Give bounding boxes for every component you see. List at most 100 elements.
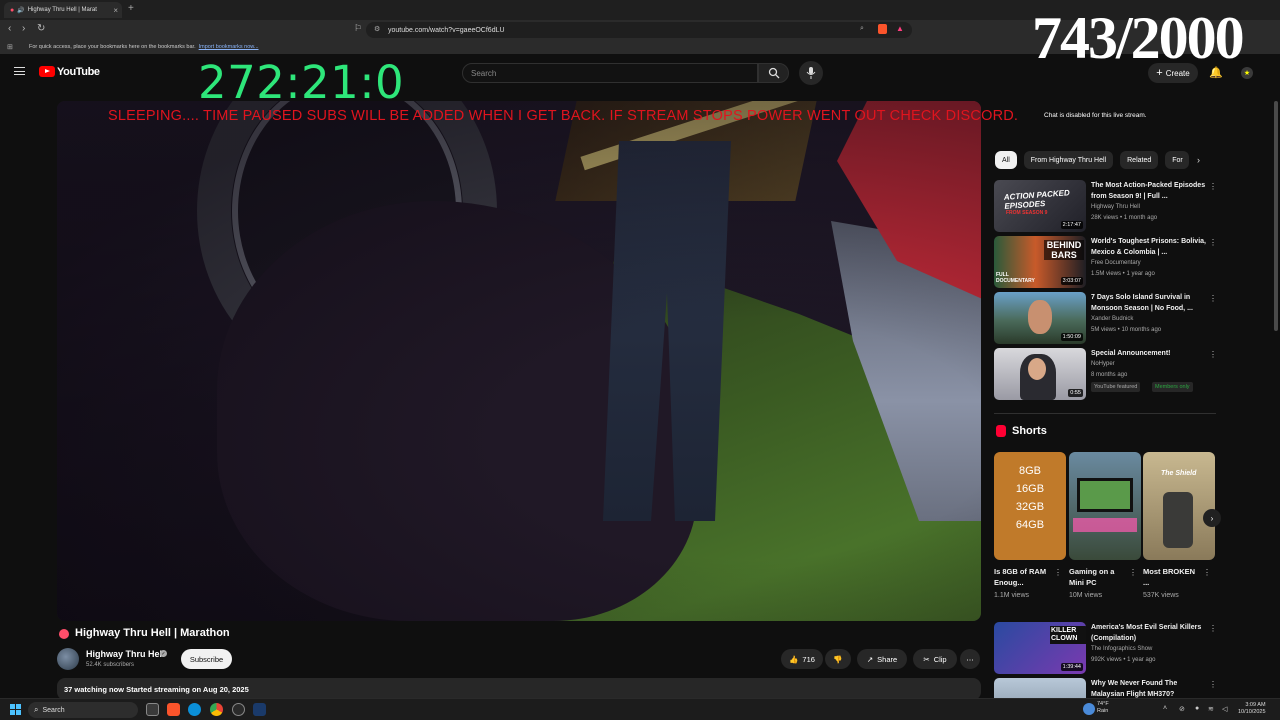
import-bookmarks-link[interactable]: Import bookmarks now... <box>199 44 259 50</box>
chip-all[interactable]: All <box>995 151 1017 169</box>
brave-browser-icon[interactable] <box>167 703 180 716</box>
dislike-button[interactable]: 👎 <box>825 649 851 669</box>
short-title[interactable]: Most BROKEN ... <box>1143 566 1203 588</box>
chrome-browser-icon[interactable] <box>210 703 223 716</box>
video-vignette <box>57 101 981 621</box>
chip-related[interactable]: Related <box>1120 151 1159 169</box>
tray-chevron-icon[interactable]: ˄ <box>1163 705 1167 712</box>
more-vert-icon[interactable]: ⋮ <box>1209 182 1217 191</box>
recommendation-channel: Xander Budnick <box>1091 316 1134 322</box>
short-title[interactable]: Gaming on a Mini PC <box>1069 566 1129 588</box>
more-vert-icon[interactable]: ⋮ <box>1054 568 1062 577</box>
youtube-logo-text[interactable]: YouTube <box>57 66 100 78</box>
search-input[interactable]: Search <box>462 63 758 83</box>
system-clock[interactable]: 3:09 AM 10/10/2025 <box>1238 702 1266 716</box>
more-vert-icon[interactable]: ⋮ <box>1209 680 1216 689</box>
recommendation-item[interactable]: BEHIND BARS FULL DOCUMENTARY 3:03:07 Wor… <box>994 236 1217 288</box>
account-avatar[interactable]: ★ <box>1241 67 1253 79</box>
recommendation-item[interactable]: ACTION PACKED EPISODES FROM SEASON 9 2:1… <box>994 180 1217 232</box>
stream-timer: 272:21:0 <box>198 56 405 109</box>
duration-badge: 0:55 <box>1068 389 1083 397</box>
voice-search-button[interactable] <box>799 61 823 85</box>
recommendation-meta: 28K views • 1 month ago <box>1091 215 1158 221</box>
search-button[interactable] <box>758 63 789 83</box>
more-vert-icon[interactable]: ⋮ <box>1129 568 1137 577</box>
clock-time: 3:09 AM <box>1245 702 1266 708</box>
video-thumbnail: 1:50:09 <box>994 292 1086 344</box>
short-thumbnail[interactable]: The Shield <box>1143 452 1215 560</box>
browser-tab[interactable]: ● 🔊 Highway Thru Hell | Marat × <box>4 2 122 18</box>
weather-desc: Rain <box>1097 708 1109 714</box>
microphone-tray-icon[interactable]: ● <box>1195 705 1199 712</box>
thumbnail-subtext: FULL DOCUMENTARY <box>996 272 1035 284</box>
weather-widget[interactable]: 74°F Rain <box>1097 701 1109 715</box>
address-bar[interactable]: youtube.com/watch?v=gaeeOCf6dLU ⚙ ⌕ ▲ <box>366 22 912 38</box>
more-icon: ⋯ <box>966 654 974 664</box>
short-views: 1.1M views <box>994 592 1030 599</box>
chip-from-channel[interactable]: From Highway Thru Hell <box>1023 151 1114 169</box>
more-vert-icon[interactable]: ⋮ <box>1209 624 1217 633</box>
page-scrollbar[interactable] <box>1274 101 1278 331</box>
shorts-label: Shorts <box>1012 425 1047 437</box>
short-thumbnail[interactable]: 8GB 16GB 32GB 64GB <box>994 452 1066 560</box>
brave-rewards-icon[interactable]: ▲ <box>896 24 904 33</box>
bookmark-icon[interactable]: ⚐ <box>354 23 362 34</box>
description-box[interactable]: 37 watching now Started streaming on Aug… <box>57 678 981 700</box>
weather-icon <box>1083 703 1095 715</box>
volume-icon[interactable]: ◁ <box>1222 705 1227 713</box>
youtube-featured-badge: YouTube featured <box>1091 382 1141 392</box>
youtube-logo-icon[interactable] <box>39 66 55 77</box>
brave-shield-icon[interactable] <box>878 24 887 34</box>
chevron-right-icon[interactable]: › <box>1197 155 1200 165</box>
thumbnail-text: ACTION PACKED EPISODES <box>1003 188 1071 211</box>
short-thumbnail[interactable] <box>1069 452 1141 560</box>
chip-for-you[interactable]: For <box>1165 151 1190 169</box>
edge-browser-icon[interactable] <box>188 703 201 716</box>
apps-grid-icon[interactable]: ⊞ <box>7 43 13 51</box>
thumbnail-text: KILLER CLOWN <box>1050 626 1086 644</box>
share-button[interactable]: ↗ Share <box>857 649 907 669</box>
clip-button[interactable]: ✂ Clip <box>913 649 957 669</box>
subscribe-button[interactable]: Subscribe <box>181 649 232 669</box>
recommendation-item[interactable]: KILLER CLOWN 1:39:44 America's Most Evil… <box>994 622 1217 674</box>
reload-icon[interactable]: ↻ <box>37 23 45 34</box>
more-actions-button[interactable]: ⋯ <box>960 649 980 669</box>
back-icon[interactable]: ‹ <box>8 23 11 34</box>
recording-dot-icon: ● <box>10 6 15 14</box>
more-vert-icon[interactable]: ⋮ <box>1209 350 1217 359</box>
clip-label: Clip <box>933 654 947 664</box>
menu-icon[interactable] <box>14 67 25 75</box>
sub-goal-counter: 743/2000 <box>1032 5 1245 71</box>
forward-icon[interactable]: › <box>22 23 25 34</box>
video-thumbnail: KILLER CLOWN 1:39:44 <box>994 622 1086 674</box>
site-info-icon[interactable]: ⚙ <box>374 25 380 33</box>
taskbar-search[interactable]: ⌕ Search <box>28 702 138 718</box>
close-tab-icon[interactable]: × <box>113 6 118 15</box>
channel-avatar[interactable] <box>57 648 79 670</box>
audio-icon: 🔊 <box>17 7 25 14</box>
recommendation-item[interactable]: Why We Never Found The Malaysian Flight … <box>994 678 1216 698</box>
new-tab-icon[interactable]: + <box>128 3 134 14</box>
more-vert-icon[interactable]: ⋮ <box>1203 568 1211 577</box>
recommendation-item[interactable]: 0:55 Special Announcement! NoHyper 8 mon… <box>994 348 1217 400</box>
zoom-icon[interactable]: ⌕ <box>860 25 864 33</box>
short-title[interactable]: Is 8GB of RAM Enoug... <box>994 566 1054 588</box>
more-vert-icon[interactable]: ⋮ <box>1209 238 1217 247</box>
like-button[interactable]: 👍 716 <box>781 649 823 669</box>
search-icon <box>768 67 780 79</box>
more-vert-icon[interactable]: ⋮ <box>1209 294 1217 303</box>
wifi-icon[interactable]: ≋ <box>1208 705 1214 713</box>
shorts-next-button[interactable]: › <box>1203 509 1221 527</box>
steam-icon[interactable] <box>253 703 266 716</box>
recommendation-item[interactable]: 1:50:09 7 Days Solo Island Survival in M… <box>994 292 1217 344</box>
network-off-icon[interactable]: ⊘ <box>1179 705 1185 713</box>
search-placeholder: Search <box>471 68 497 78</box>
channel-name[interactable]: Highway Thru Hell <box>86 649 165 659</box>
like-count: 716 <box>802 654 815 664</box>
thumbnail-text: BEHIND BARS <box>1044 240 1084 260</box>
app-icon[interactable] <box>232 703 245 716</box>
windows-start-icon[interactable] <box>10 704 21 715</box>
taskbar-search-label: Search <box>42 706 65 714</box>
task-view-icon[interactable] <box>146 703 159 716</box>
video-player[interactable] <box>57 101 981 621</box>
